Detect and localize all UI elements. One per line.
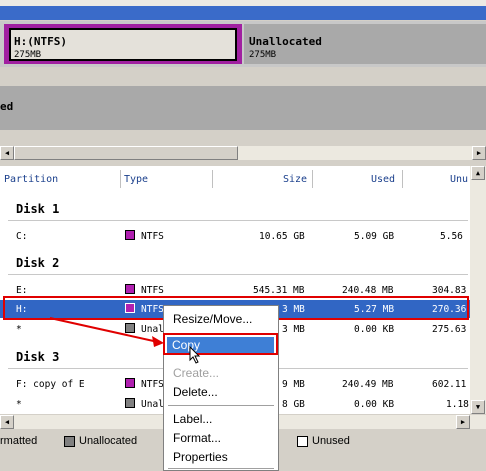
mouse-cursor-icon <box>189 346 201 364</box>
menu-item-create[interactable]: Create... <box>173 366 219 380</box>
menu-separator <box>168 468 274 469</box>
menu-item-delete[interactable]: Delete... <box>173 385 218 399</box>
menu-item-label[interactable]: Label... <box>173 412 212 426</box>
menu-item-properties[interactable]: Properties <box>173 450 228 464</box>
menu-separator <box>168 405 274 406</box>
annotation-highlight-copy <box>163 333 278 355</box>
context-menu: Resize/Move... Create... Delete... Label… <box>163 305 279 471</box>
menu-item-resize-move[interactable]: Resize/Move... <box>173 312 252 326</box>
menu-item-format[interactable]: Format... <box>173 431 221 445</box>
